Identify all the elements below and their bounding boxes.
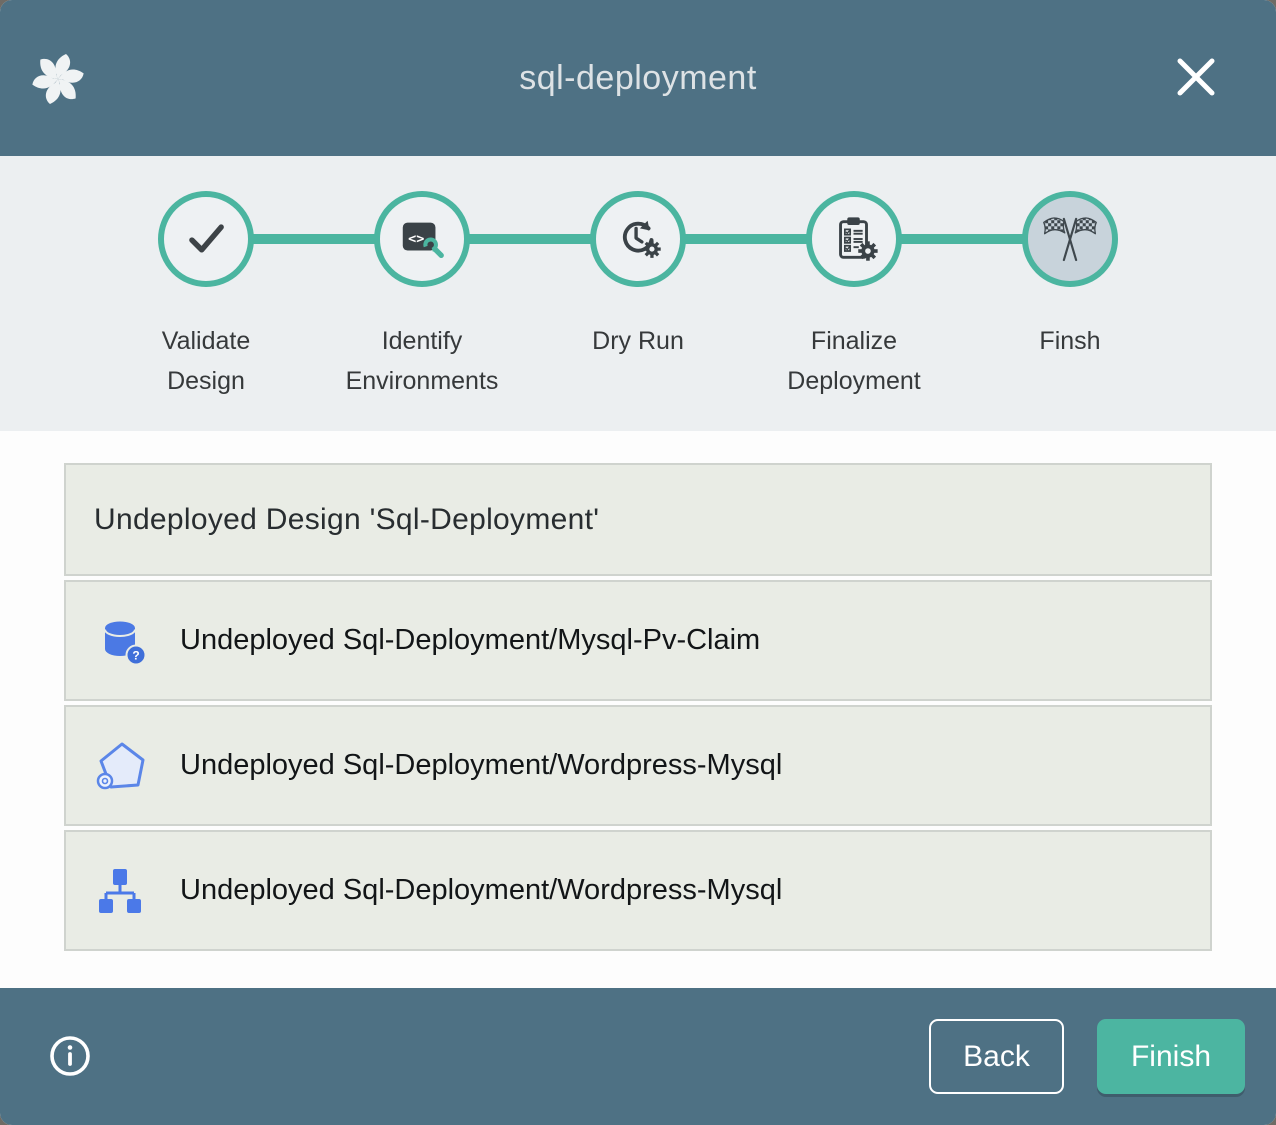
step-label: Finsh [1039,321,1100,361]
step-dry-run: Dry Run [530,191,746,401]
step-circle [1022,191,1118,287]
results-header-text: Undeployed Design 'Sql-Deployment' [94,503,599,537]
results-header-row: Undeployed Design 'Sql-Deployment' [64,463,1212,576]
dialog-body: Undeployed Design 'Sql-Deployment' ? Und… [0,431,1276,988]
clipboard-gear-icon [829,214,879,264]
table-row: Undeployed Sql-Deployment/Wordpress-Mysq… [64,705,1212,826]
checkered-flags-icon [1042,211,1098,267]
step-finish: Finsh [962,191,1178,401]
undeploy-results-card: Undeployed Design 'Sql-Deployment' ? Und… [64,463,1212,951]
check-icon [180,213,232,265]
row-text: Undeployed Sql-Deployment/Mysql-Pv-Claim [180,624,760,657]
database-question-icon: ? [96,615,148,667]
step-identify-environments: <> IdentifyEnvironments [314,191,530,401]
info-button[interactable] [48,1034,92,1078]
step-circle [590,191,686,287]
row-text: Undeployed Sql-Deployment/Wordpress-Mysq… [180,749,782,782]
footer-bar: Back Finish [0,988,1276,1125]
step-validate-design: ValidateDesign [98,191,314,401]
step-label: Dry Run [592,321,684,361]
step-finalize-deployment: FinalizeDeployment [746,191,962,401]
close-icon [1176,57,1216,97]
row-text: Undeployed Sql-Deployment/Wordpress-Mysq… [180,874,782,907]
footer-actions: Back Finish [929,1019,1245,1094]
finish-button[interactable]: Finish [1097,1019,1245,1094]
info-icon [48,1034,92,1078]
table-row: ? Undeployed Sql-Deployment/Mysql-Pv-Cla… [64,580,1212,701]
step-label: IdentifyEnvironments [346,321,499,401]
step-circle [158,191,254,287]
deployment-wizard-dialog: sql-deployment [0,0,1276,1125]
step-label: ValidateDesign [162,321,251,401]
step-label: FinalizeDeployment [787,321,920,401]
table-row: Undeployed Sql-Deployment/Wordpress-Mysq… [64,830,1212,951]
progress-stepper: ValidateDesign <> [0,156,1276,431]
pentagon-badge-icon [96,740,148,792]
sync-gear-icon [613,214,663,264]
step-circle [806,191,902,287]
hierarchy-icon [96,865,148,917]
svg-text:<>: <> [408,232,424,247]
back-button[interactable]: Back [929,1019,1064,1094]
title-bar: sql-deployment [0,0,1276,156]
step-circle: <> [374,191,470,287]
svg-text:?: ? [132,648,139,662]
dialog-title: sql-deployment [0,0,1276,156]
code-window-wrench-icon: <> [397,214,447,264]
close-button[interactable] [1158,39,1234,115]
